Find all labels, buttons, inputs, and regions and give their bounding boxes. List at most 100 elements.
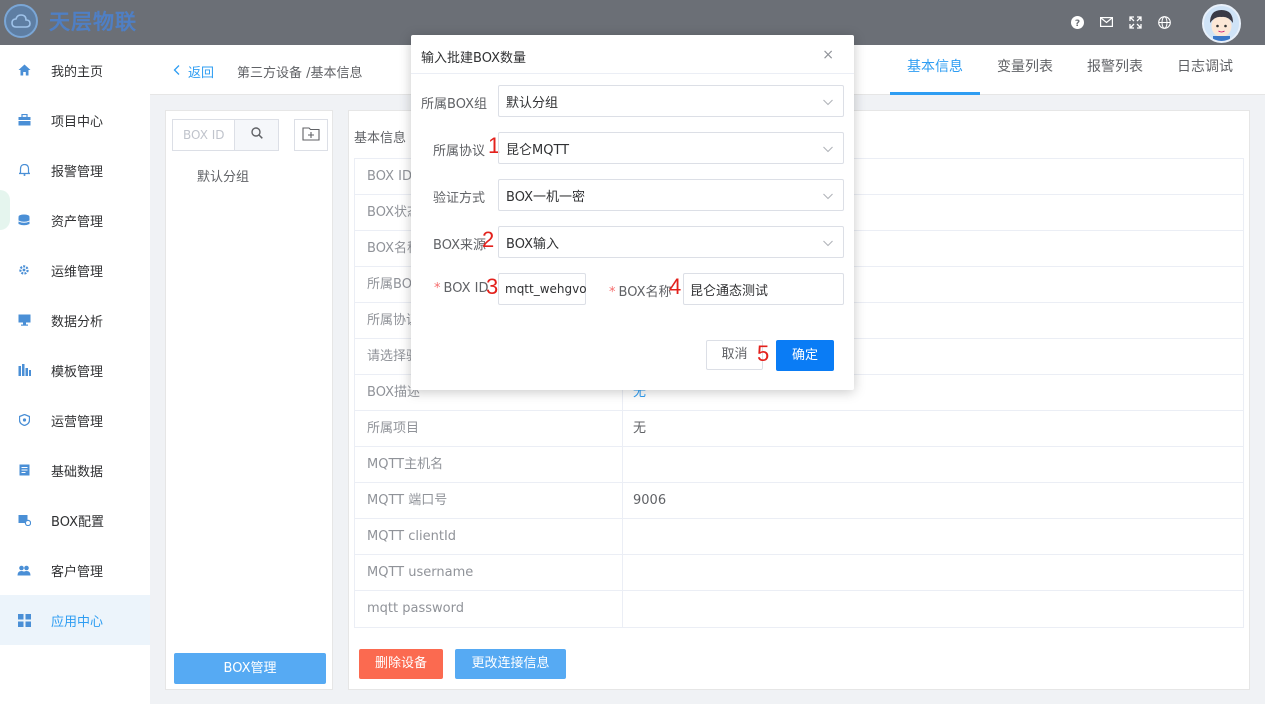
box-config-icon: [17, 513, 31, 527]
chevron-down-icon: [823, 142, 833, 157]
add-group-button[interactable]: [294, 119, 328, 151]
cancel-button[interactable]: 取消: [706, 340, 763, 370]
tab-logs[interactable]: 日志调试: [1160, 45, 1250, 95]
box-tree-panel: BOX ID 默认分组 BOX管理: [165, 110, 333, 690]
group-select-value: 默认分组: [506, 95, 559, 111]
divider: [411, 73, 854, 74]
group-label: 所属BOX组: [421, 97, 487, 112]
bell-icon: [17, 163, 31, 177]
monitor-icon: [17, 313, 31, 327]
sidebar-item-customers[interactable]: 客户管理: [0, 545, 150, 595]
sidebar-item-label: 运维管理: [51, 264, 104, 280]
tab-basic-info[interactable]: 基本信息: [890, 45, 980, 95]
sidebar-item-label: 客户管理: [51, 564, 104, 580]
help-icon[interactable]: ?: [1070, 15, 1084, 29]
table-row: MQTT主机名: [355, 447, 1243, 483]
sidebar-item-label: BOX配置: [51, 514, 104, 530]
database-icon: [17, 213, 31, 227]
mail-icon[interactable]: [1099, 15, 1113, 29]
annotation-5: 5: [757, 341, 770, 366]
brand-name: 天层物联: [49, 10, 137, 34]
table-row: MQTT clientId: [355, 519, 1243, 555]
auth-select-value: BOX一机一密: [506, 189, 585, 205]
sidebar-item-box-config[interactable]: BOX配置: [0, 495, 150, 545]
users-icon: [17, 563, 31, 577]
auth-label: 验证方式: [433, 191, 486, 206]
briefcase-icon: [17, 113, 31, 127]
boxid-input[interactable]: mqtt_wehgvo: [498, 273, 587, 305]
search-button[interactable]: [234, 120, 278, 150]
row-label: MQTT clientId: [355, 519, 623, 554]
sidebar-item-assets[interactable]: 资产管理: [0, 195, 150, 245]
back-link[interactable]: 返回: [173, 62, 214, 81]
sidebar-item-label: 资产管理: [51, 214, 104, 230]
sidebar-item-apps[interactable]: 应用中心: [0, 595, 150, 645]
row-label: MQTT主机名: [355, 447, 623, 482]
shield-icon: [17, 413, 31, 427]
table-row: MQTT username: [355, 555, 1243, 591]
protocol-select[interactable]: 昆仑MQTT: [498, 132, 844, 164]
table-row: MQTT 端口号 9006: [355, 483, 1243, 519]
protocol-select-value: 昆仑MQTT: [506, 142, 570, 158]
sidebar-item-home[interactable]: 我的主页: [0, 45, 150, 95]
globe-icon[interactable]: [1157, 15, 1171, 29]
source-select[interactable]: BOX输入: [498, 226, 844, 258]
gear-icon: [17, 263, 31, 277]
sidebar-item-label: 应用中心: [51, 614, 104, 630]
sidebar-item-operation[interactable]: 运营管理: [0, 395, 150, 445]
section-title: 基本信息: [354, 131, 407, 146]
sidebar-item-label: 我的主页: [51, 64, 104, 80]
box-search-input[interactable]: BOX ID: [173, 120, 234, 150]
group-select[interactable]: 默认分组: [498, 85, 844, 117]
box-search: BOX ID: [172, 119, 279, 151]
sidebar-item-ops[interactable]: 运维管理: [0, 245, 150, 295]
change-connection-button[interactable]: 更改连接信息: [455, 649, 566, 679]
back-label: 返回: [188, 66, 215, 81]
batch-create-box-dialog: 输入批建BOX数量 × 所属BOX组 默认分组 所属协议 1 昆仑MQTT 验证…: [411, 35, 854, 390]
tab-alarms[interactable]: 报警列表: [1070, 45, 1160, 95]
tab-bar: 基本信息 变量列表 报警列表 日志调试: [890, 45, 1250, 95]
close-icon[interactable]: ×: [822, 47, 834, 63]
delete-device-button[interactable]: 删除设备: [359, 649, 443, 679]
sidebar: 我的主页 项目中心 报警管理 资产管理 运维管理 数据分析 模板管理 运营管理 …: [0, 45, 150, 704]
row-value: [623, 591, 1243, 627]
auth-select[interactable]: BOX一机一密: [498, 179, 844, 211]
row-label: mqtt password: [355, 591, 623, 627]
sidebar-item-label: 数据分析: [51, 314, 104, 330]
breadcrumb: 第三方设备 /基本信息: [237, 66, 363, 81]
box-manage-button[interactable]: BOX管理: [174, 653, 326, 684]
boxid-label: * BOX ID: [434, 281, 488, 296]
required-mark: *: [609, 285, 616, 300]
sidebar-item-basedata[interactable]: 基础数据: [0, 445, 150, 495]
logo: 天层物联: [4, 4, 137, 38]
boxname-input[interactable]: 昆仑通态测试: [683, 273, 844, 305]
sidebar-item-label: 报警管理: [51, 164, 104, 180]
row-label: MQTT 端口号: [355, 483, 623, 518]
sidebar-item-label: 基础数据: [51, 464, 104, 480]
bars-icon: [17, 363, 31, 377]
floating-handle[interactable]: [0, 190, 10, 230]
sidebar-item-templates[interactable]: 模板管理: [0, 345, 150, 395]
row-label: MQTT username: [355, 555, 623, 590]
protocol-label: 所属协议: [433, 144, 486, 159]
annotation-4: 4: [669, 274, 682, 299]
sidebar-item-analysis[interactable]: 数据分析: [0, 295, 150, 345]
grid-icon: [17, 613, 31, 627]
row-value: 9006: [633, 493, 667, 508]
row-value: [623, 519, 1243, 554]
sidebar-item-label: 模板管理: [51, 364, 104, 380]
chevron-left-icon: [173, 64, 180, 79]
tab-variables[interactable]: 变量列表: [980, 45, 1070, 95]
avatar[interactable]: [1202, 4, 1241, 43]
annotation-2: 2: [482, 227, 495, 252]
sidebar-item-projects[interactable]: 项目中心: [0, 95, 150, 145]
cloud-logo-icon: [4, 4, 38, 38]
confirm-button[interactable]: 确定: [776, 340, 834, 371]
tree-node-default-group[interactable]: 默认分组: [197, 166, 249, 185]
table-row: 所属项目无: [355, 411, 1243, 447]
boxid-label-text: BOX ID: [443, 281, 489, 296]
search-icon: [250, 127, 263, 143]
folder-add-icon: [302, 126, 320, 145]
sidebar-item-alarms[interactable]: 报警管理: [0, 145, 150, 195]
fullscreen-icon[interactable]: [1128, 15, 1142, 29]
